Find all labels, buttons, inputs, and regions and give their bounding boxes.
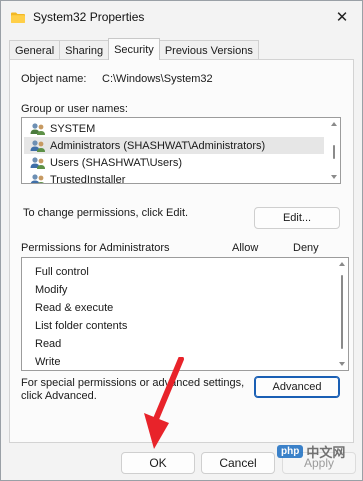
- object-name-value: C:\Windows\System32: [102, 73, 213, 85]
- permissions-for-label: Permissions for Administrators: [21, 242, 170, 254]
- tab-strip: General Sharing Security Previous Versio…: [9, 38, 259, 60]
- user-name: TrustedInstaller: [50, 173, 126, 184]
- permission-row: Write: [35, 355, 61, 368]
- permissions-scrollbar[interactable]: [337, 259, 347, 369]
- users-listbox[interactable]: SYSTEM Administrators (SHASHWAT\Administ…: [21, 117, 341, 184]
- list-item-administrators[interactable]: Administrators (SHASHWAT\Administrators): [24, 137, 324, 154]
- annotation-arrow-icon: [144, 357, 184, 449]
- deny-column-header: Deny: [293, 242, 319, 254]
- permission-row: Full control: [35, 265, 89, 278]
- scroll-down-icon[interactable]: [331, 175, 337, 179]
- users-group-icon: [30, 139, 45, 152]
- change-permissions-text: To change permissions, click Edit.: [23, 207, 189, 219]
- group-names-label: Group or user names:: [21, 103, 128, 115]
- permissions-listbox[interactable]: Full control Modify Read & execute List …: [21, 257, 349, 371]
- scroll-up-icon[interactable]: [331, 122, 337, 126]
- watermark-logo: php 中文网: [277, 442, 345, 461]
- scroll-thumb[interactable]: [333, 145, 335, 159]
- users-group-icon: [30, 156, 45, 169]
- ok-button[interactable]: OK: [121, 452, 195, 474]
- users-group-icon: [30, 122, 45, 135]
- permission-row: List folder contents: [35, 319, 128, 332]
- window-title: System32 Properties: [33, 10, 145, 24]
- tab-general[interactable]: General: [9, 40, 61, 60]
- advanced-button[interactable]: Advanced: [254, 376, 340, 398]
- permission-row: Modify: [35, 283, 68, 296]
- users-group-icon: [30, 173, 45, 183]
- allow-column-header: Allow: [232, 242, 259, 254]
- user-name: SYSTEM: [50, 122, 96, 135]
- object-name-label: Object name:: [21, 73, 87, 85]
- scroll-up-icon[interactable]: [339, 262, 345, 266]
- tab-security[interactable]: Security: [108, 38, 160, 60]
- list-item-trustedinstaller[interactable]: TrustedInstaller: [24, 171, 324, 184]
- tab-previous-versions[interactable]: Previous Versions: [158, 40, 259, 60]
- watermark-badge: php: [277, 445, 304, 458]
- scroll-thumb[interactable]: [341, 275, 343, 349]
- folder-icon: [11, 12, 25, 23]
- edit-button[interactable]: Edit...: [254, 207, 340, 229]
- watermark-text: 中文网: [306, 445, 346, 460]
- title-bar: System32 Properties ✕: [1, 1, 362, 33]
- list-item-users[interactable]: Users (SHASHWAT\Users): [24, 154, 324, 171]
- close-icon: ✕: [335, 9, 349, 26]
- close-button[interactable]: ✕: [330, 6, 354, 28]
- cancel-button[interactable]: Cancel: [201, 452, 275, 474]
- user-name: Administrators (SHASHWAT\Administrators): [50, 139, 266, 152]
- tab-sharing[interactable]: Sharing: [59, 40, 110, 60]
- permission-row: Read: [35, 337, 62, 350]
- permission-row: Read & execute: [35, 301, 114, 314]
- users-scrollbar[interactable]: [329, 119, 339, 182]
- user-name: Users (SHASHWAT\Users): [50, 156, 182, 169]
- scroll-down-icon[interactable]: [339, 362, 345, 366]
- list-item-system[interactable]: SYSTEM: [24, 120, 324, 137]
- properties-window: System32 Properties ✕ General Sharing Se…: [0, 0, 363, 481]
